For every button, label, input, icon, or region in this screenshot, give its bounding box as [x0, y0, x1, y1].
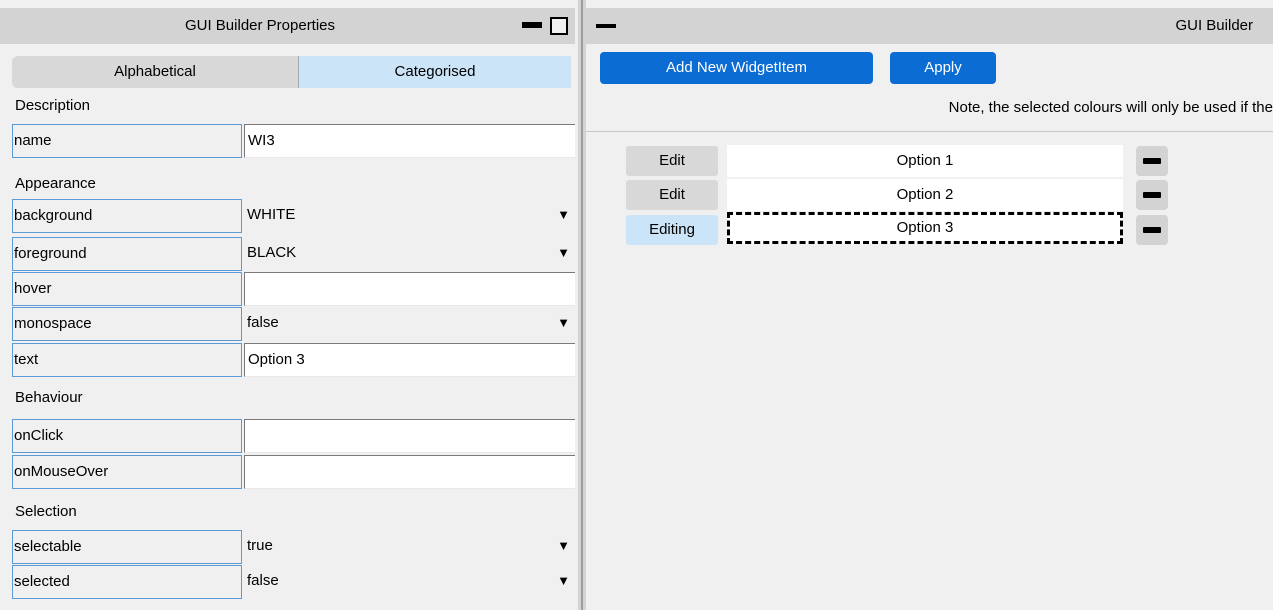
remove-item-button[interactable]	[1136, 215, 1168, 245]
minus-icon	[1143, 192, 1161, 198]
minimize-icon[interactable]	[596, 24, 616, 28]
prop-selectable-value: true	[247, 537, 273, 554]
editing-button[interactable]: Editing	[626, 215, 718, 245]
prop-onclick-label: onClick	[12, 419, 242, 453]
gui-builder-panel: GUI Builder Add New WidgetItem Apply Not…	[586, 0, 1273, 610]
prop-onmouseover-label: onMouseOver	[12, 455, 242, 489]
prop-onmouseover-input[interactable]	[244, 455, 575, 489]
widget-item[interactable]: Option 1	[727, 145, 1123, 177]
minus-icon	[1143, 227, 1161, 233]
prop-text-input[interactable]: Option 3	[244, 343, 575, 377]
tab-categorised[interactable]: Categorised	[299, 56, 571, 88]
prop-name-input[interactable]: WI3	[244, 124, 575, 158]
remove-item-button[interactable]	[1136, 146, 1168, 176]
prop-foreground-label: foreground	[12, 237, 242, 271]
panel-splitter[interactable]	[578, 0, 586, 610]
prop-foreground-value: BLACK	[247, 244, 297, 261]
properties-titlebar[interactable]: GUI Builder Properties	[0, 8, 575, 44]
prop-selected-value: false	[247, 572, 279, 589]
add-widget-item-button[interactable]: Add New WidgetItem	[600, 52, 873, 84]
gui-builder-titlebar[interactable]: GUI Builder	[586, 8, 1273, 44]
splitter-line	[581, 0, 583, 610]
dropdown-arrow-icon[interactable]: ▼	[557, 565, 570, 597]
widget-item[interactable]: Option 2	[727, 179, 1123, 211]
prop-selected-select[interactable]: false ▼	[244, 565, 575, 599]
edit-button[interactable]: Edit	[626, 146, 718, 176]
properties-panel: GUI Builder Properties Alphabetical Cate…	[0, 0, 578, 610]
minus-icon	[1143, 158, 1161, 164]
prop-monospace-label: monospace	[12, 307, 242, 341]
section-behaviour: Behaviour	[15, 389, 83, 406]
prop-foreground-select[interactable]: BLACK ▼	[244, 237, 575, 271]
tab-alphabetical[interactable]: Alphabetical	[12, 56, 299, 88]
prop-selectable-select[interactable]: true ▼	[244, 530, 575, 564]
dropdown-arrow-icon[interactable]: ▼	[557, 530, 570, 562]
prop-background-select[interactable]: WHITE ▼	[244, 199, 575, 233]
edit-button[interactable]: Edit	[626, 180, 718, 210]
separator	[586, 131, 1273, 132]
gui-builder-title: GUI Builder	[1175, 17, 1253, 34]
prop-onclick-input[interactable]	[244, 419, 575, 453]
minimize-icon[interactable]	[522, 22, 542, 28]
remove-item-button[interactable]	[1136, 180, 1168, 210]
prop-selected-label: selected	[12, 565, 242, 599]
widget-item-selected[interactable]: Option 3	[727, 212, 1123, 244]
prop-hover-input[interactable]	[244, 272, 575, 306]
dropdown-arrow-icon[interactable]: ▼	[557, 237, 570, 269]
dropdown-arrow-icon[interactable]: ▼	[557, 199, 570, 231]
prop-monospace-select[interactable]: false ▼	[244, 307, 575, 341]
prop-monospace-value: false	[247, 314, 279, 331]
apply-button[interactable]: Apply	[890, 52, 996, 84]
maximize-icon[interactable]	[550, 17, 568, 35]
dropdown-arrow-icon[interactable]: ▼	[557, 307, 570, 339]
section-appearance: Appearance	[15, 175, 96, 192]
section-selection: Selection	[15, 503, 77, 520]
prop-text-label: text	[12, 343, 242, 377]
properties-title: GUI Builder Properties	[184, 17, 336, 34]
prop-background-value: WHITE	[247, 206, 296, 223]
prop-hover-label: hover	[12, 272, 242, 306]
section-description: Description	[15, 97, 91, 114]
prop-selectable-label: selectable	[12, 530, 242, 564]
prop-name-label: name	[12, 124, 242, 158]
prop-background-label: background	[12, 199, 242, 233]
colour-note: Note, the selected colours will only be …	[948, 99, 1273, 116]
